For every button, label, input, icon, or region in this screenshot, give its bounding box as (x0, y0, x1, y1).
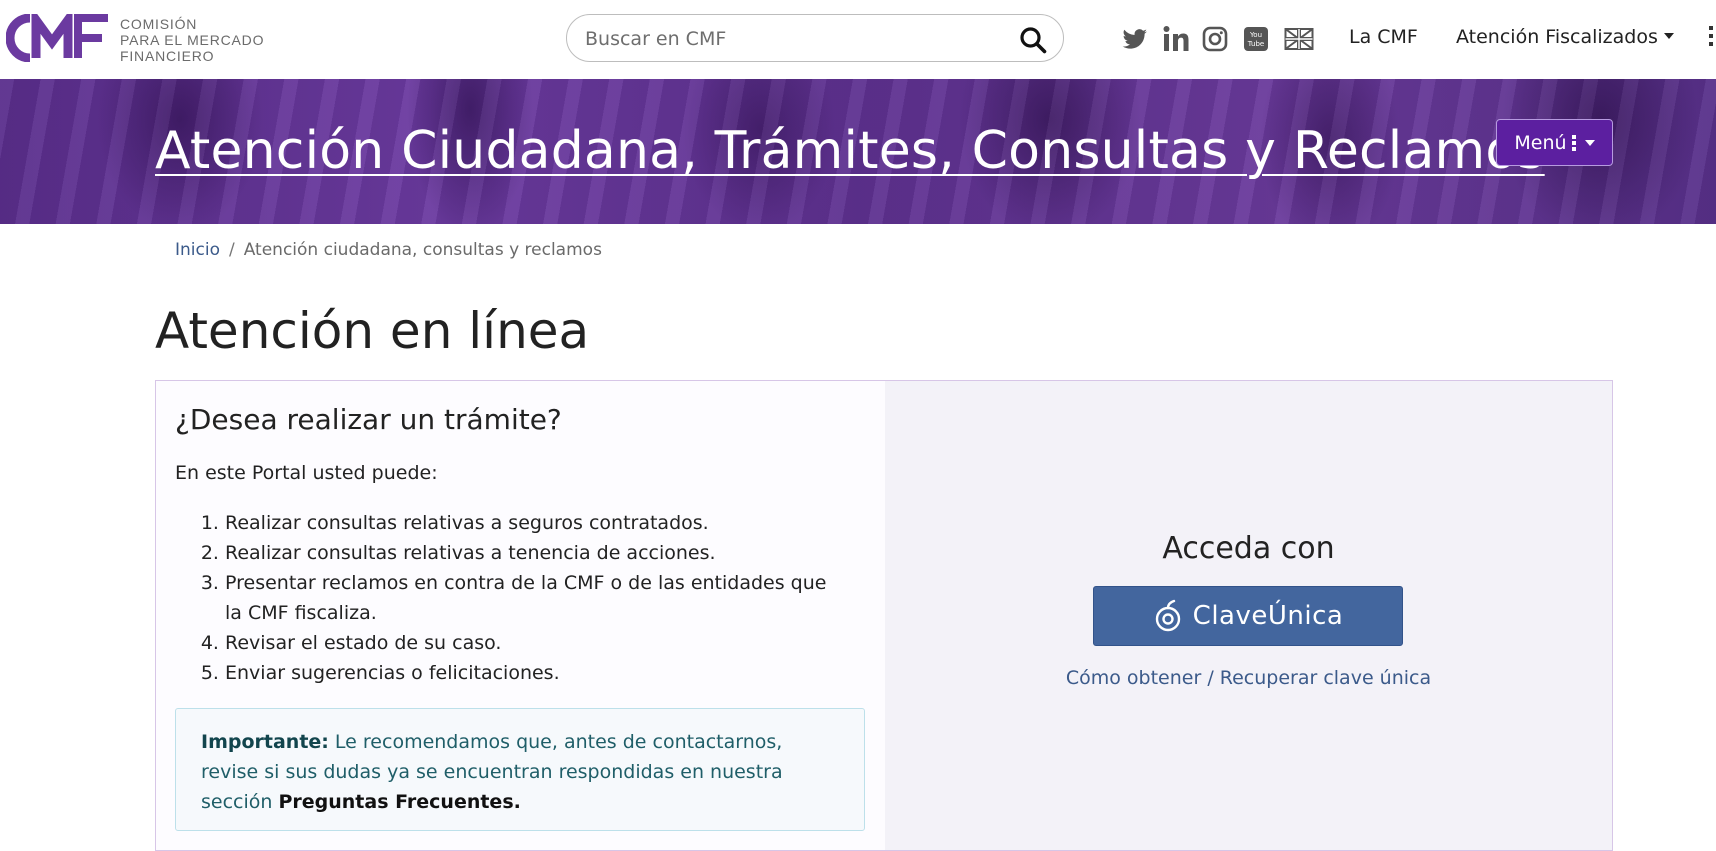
logo-line-3: FINANCIERO (120, 48, 215, 64)
linkedin-icon[interactable] (1163, 24, 1189, 54)
notice-label: Importante: (201, 731, 329, 753)
tramite-options-list: Realizar consultas relativas a seguros c… (175, 508, 835, 688)
search-input[interactable] (583, 24, 987, 54)
svg-text:You: You (1249, 31, 1262, 39)
recover-clave-link[interactable]: Cómo obtener / Recuperar clave única (885, 667, 1612, 689)
logo-line-2: PARA EL MERCADO (120, 32, 265, 48)
page-title: Atención en línea (155, 302, 590, 360)
hero-banner: Atención Ciudadana, Trámites, Consultas … (0, 79, 1716, 224)
list-item: Enviar sugerencias o felicitaciones. (225, 658, 835, 688)
list-item: Realizar consultas relativas a tenencia … (225, 538, 835, 568)
menu-button-label: Menú (1514, 131, 1567, 154)
instagram-icon[interactable] (1202, 24, 1228, 54)
important-notice: Importante: Le recomendamos que, antes d… (175, 708, 865, 831)
clave-unica-label: ClaveÚnica (1192, 601, 1344, 631)
uk-flag-icon[interactable] (1284, 24, 1314, 54)
logo-text: COMISIÓN PARA EL MERCADO FINANCIERO (120, 16, 264, 64)
menu-button[interactable]: Menú (1496, 119, 1613, 166)
cmf-logo-mark-icon (6, 14, 108, 62)
nav-atencion-fiscalizados[interactable]: Atención Fiscalizados (1456, 26, 1674, 48)
list-item: Presentar reclamos en contra de la CMF o… (225, 568, 835, 628)
nav-atencion-fiscalizados-label: Atención Fiscalizados (1456, 26, 1658, 48)
breadcrumb-home[interactable]: Inicio (175, 240, 220, 260)
top-navbar: COMISIÓN PARA EL MERCADO FINANCIERO You … (0, 0, 1716, 79)
nav-la-cmf[interactable]: La CMF (1349, 26, 1418, 48)
tramite-panel: ¿Desea realizar un trámite? En este Port… (156, 381, 885, 850)
breadcrumb-separator: / (228, 240, 235, 260)
list-item: Revisar el estado de su caso. (225, 628, 835, 658)
online-service-card: ¿Desea realizar un trámite? En este Port… (155, 380, 1613, 851)
logo-line-1: COMISIÓN (120, 16, 198, 32)
breadcrumb: Inicio / Atención ciudadana, consultas y r… (175, 240, 602, 260)
search-icon[interactable] (1019, 26, 1047, 54)
youtube-icon[interactable]: You Tube (1243, 24, 1269, 54)
cmf-logo[interactable]: COMISIÓN PARA EL MERCADO FINANCIERO (6, 14, 266, 64)
access-title: Acceda con (1162, 531, 1335, 566)
tramite-heading: ¿Desea realizar un trámite? (175, 403, 562, 436)
list-item: Realizar consultas relativas a seguros c… (225, 508, 835, 538)
tramite-intro: En este Portal usted puede: (175, 462, 438, 484)
breadcrumb-current: Atención ciudadana, consultas y reclamos (243, 240, 602, 260)
search-box (566, 14, 1064, 62)
svg-text:Tube: Tube (1247, 40, 1264, 48)
access-panel: Acceda con ClaveÚnica Cómo obtener / Rec… (885, 381, 1612, 850)
clave-unica-button[interactable]: ClaveÚnica (1093, 586, 1403, 646)
chevron-down-icon (1663, 33, 1674, 39)
faq-link[interactable]: Preguntas Frecuentes. (278, 791, 520, 813)
more-options-icon[interactable] (1709, 26, 1716, 50)
vertical-dots-icon (1571, 134, 1576, 151)
chevron-down-icon (1584, 139, 1595, 146)
twitter-icon[interactable] (1121, 24, 1149, 54)
clave-unica-icon (1155, 599, 1180, 632)
banner-title-link[interactable]: Atención Ciudadana, Trámites, Consultas … (155, 119, 1545, 183)
